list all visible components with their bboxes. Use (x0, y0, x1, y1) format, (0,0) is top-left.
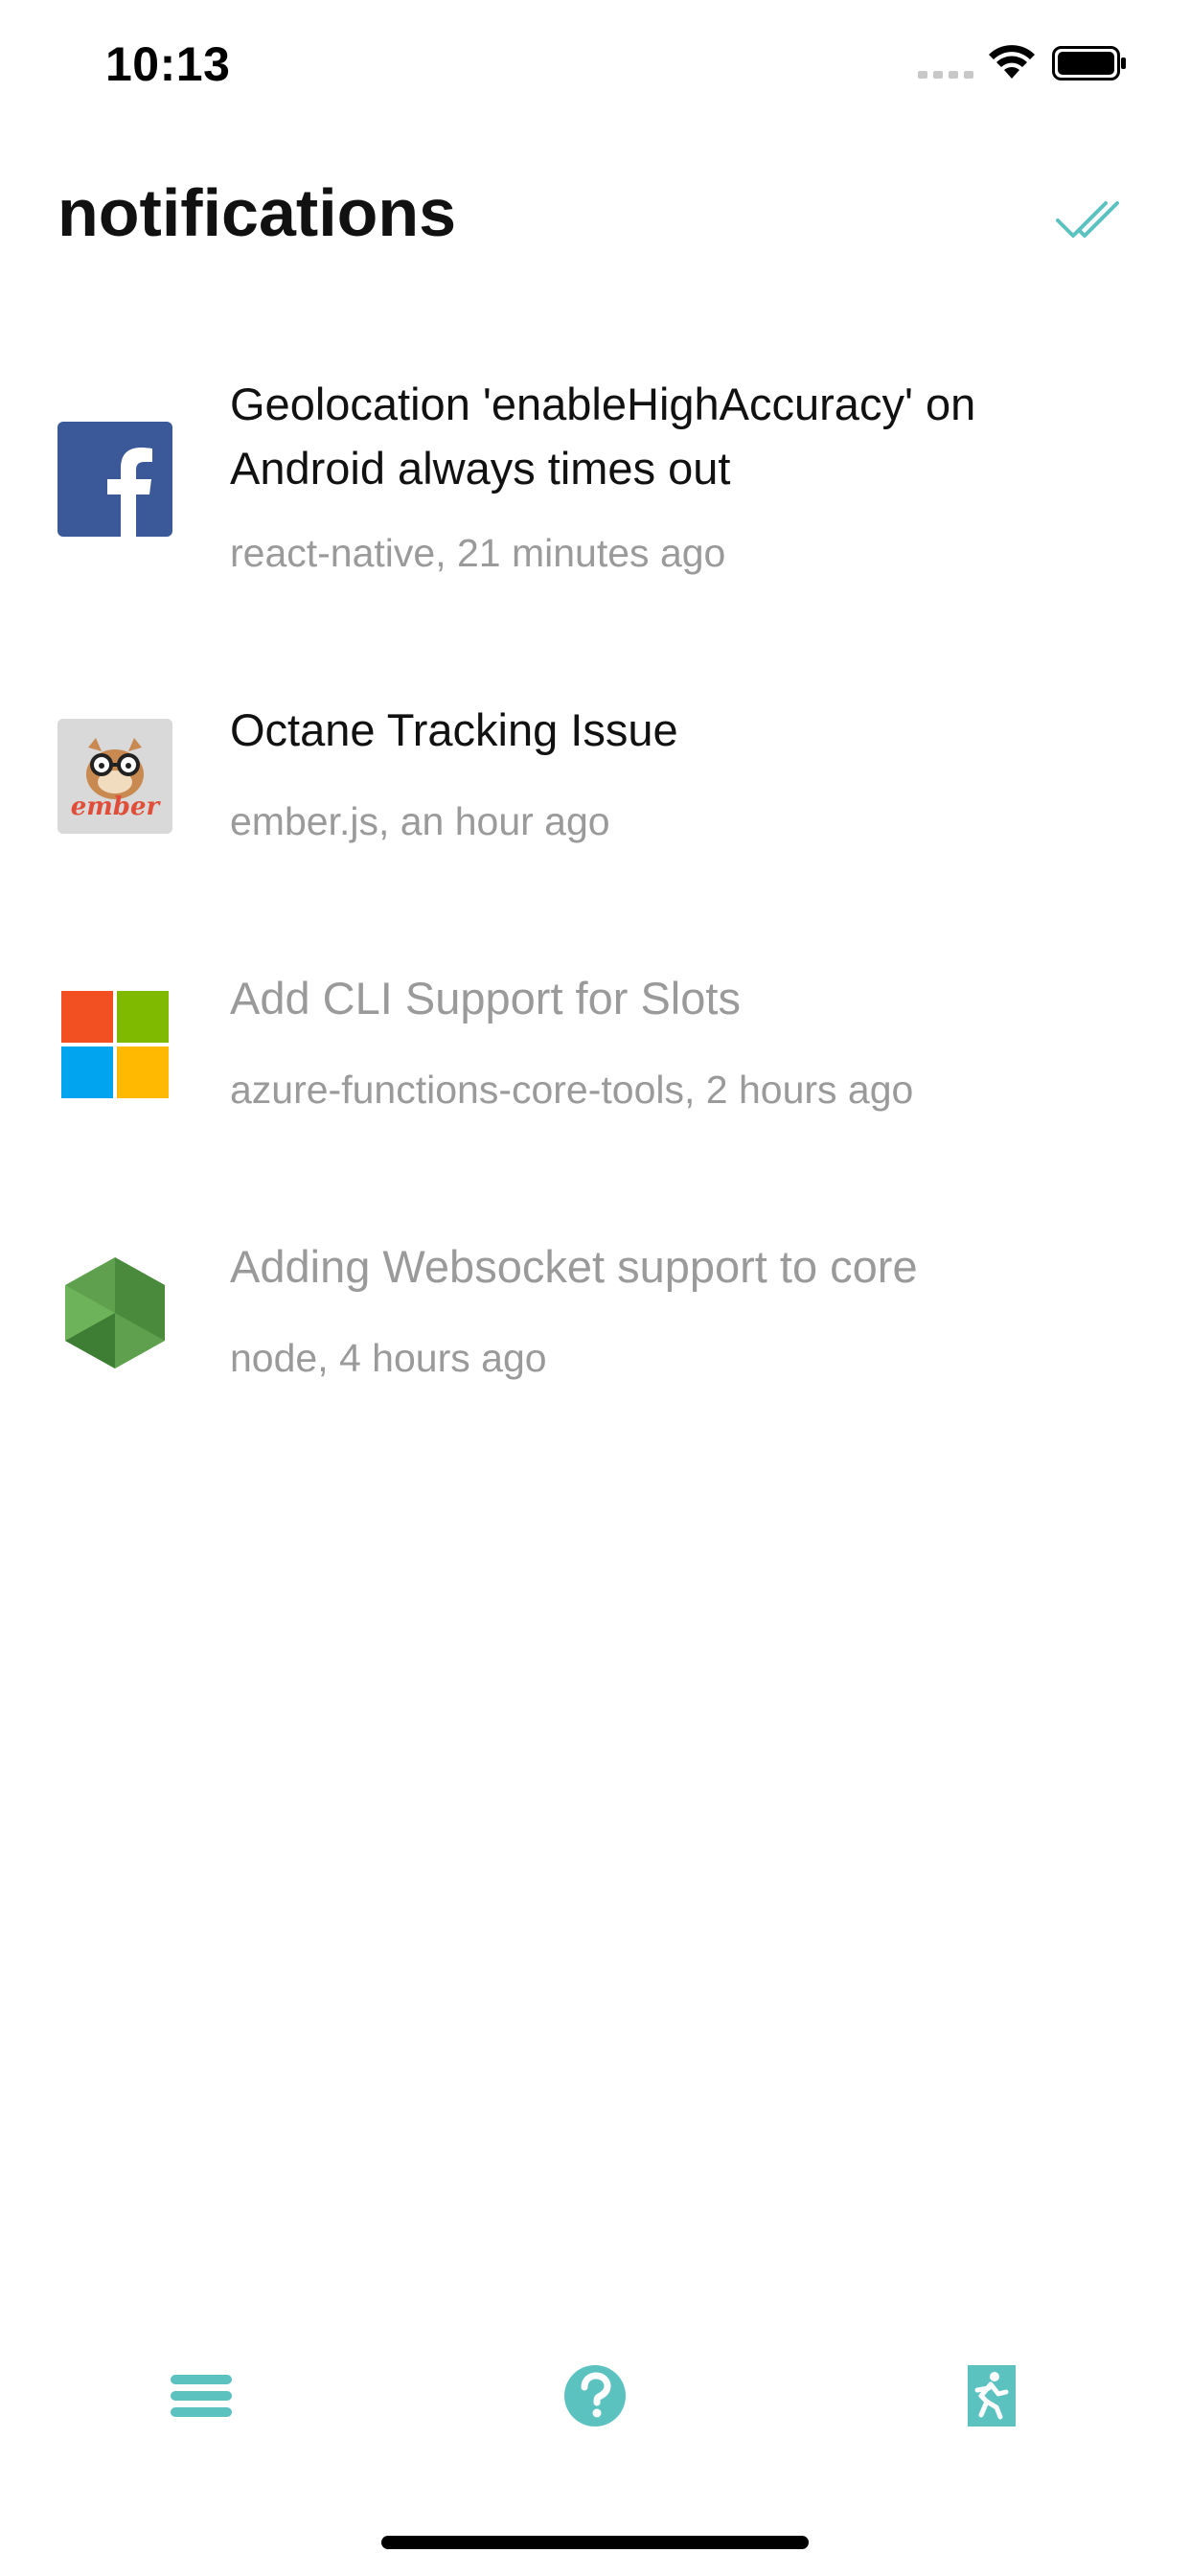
help-button[interactable] (557, 2358, 633, 2434)
ember-logo-icon: ember (57, 719, 172, 834)
battery-icon (1052, 46, 1126, 80)
notification-item[interactable]: Add CLI Support for Slots azure-function… (0, 949, 1190, 1169)
nodejs-logo-icon (57, 1255, 172, 1370)
notification-title: Adding Websocket support to core (230, 1241, 918, 1292)
header: notifications (0, 163, 1190, 268)
notification-meta: react-native, 21 minutes ago (230, 531, 726, 575)
menu-icon (171, 2375, 232, 2417)
help-icon (564, 2365, 626, 2426)
tab-bar (0, 2338, 1190, 2453)
exit-button[interactable] (952, 2358, 1029, 2434)
notification-meta: node, 4 hours ago (230, 1336, 547, 1380)
ember-wordmark: ember (71, 793, 162, 821)
status-bar: 10:13 (0, 0, 1190, 134)
mark-all-read-button[interactable] (1054, 192, 1131, 249)
home-indicator (381, 2536, 809, 2549)
facebook-logo-icon (57, 422, 172, 537)
notification-meta: azure-functions-core-tools, 2 hours ago (230, 1068, 914, 1112)
notification-meta: ember.js, an hour ago (230, 799, 610, 843)
notification-title: Geolocation 'enableHighAccuracy' on Andr… (230, 379, 976, 494)
notification-item[interactable]: Adding Websocket support to core node, 4… (0, 1217, 1190, 1438)
notification-title: Octane Tracking Issue (230, 704, 678, 755)
wifi-icon (989, 45, 1035, 79)
notifications-screen: 10:13 notifications Geolocation 'enableH… (0, 0, 1190, 2576)
exit-icon (968, 2365, 1016, 2426)
microsoft-logo-icon (57, 987, 172, 1102)
status-time: 10:13 (105, 37, 231, 91)
notification-item[interactable]: Geolocation 'enableHighAccuracy' on Andr… (0, 355, 1190, 632)
menu-button[interactable] (163, 2358, 240, 2434)
notification-title: Add CLI Support for Slots (230, 973, 741, 1024)
notification-item[interactable]: ember Octane Tracking Issue ember.js, an… (0, 680, 1190, 901)
page-title: notifications (57, 175, 457, 250)
double-check-icon (1056, 201, 1119, 238)
cellular-signal-icon (918, 71, 973, 79)
